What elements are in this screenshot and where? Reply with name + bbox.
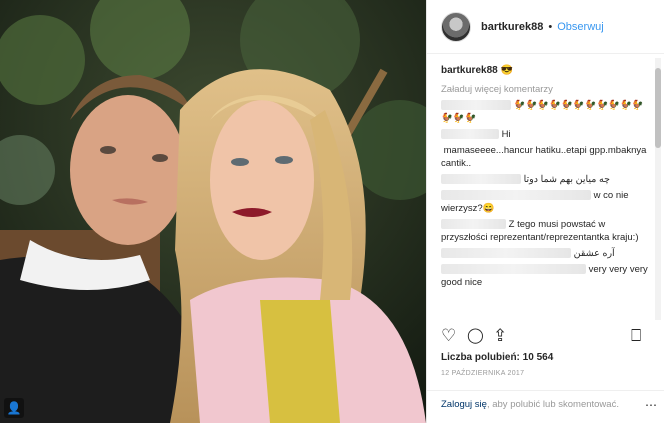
comment-username-blurred[interactable] xyxy=(441,174,521,185)
owner-caption: bartkurek88 😎 xyxy=(441,64,649,77)
login-prompt: Zaloguj się, aby polubić lub skomentować… xyxy=(427,390,664,423)
comment-item: w co nie wierzysz?😄 xyxy=(441,189,649,215)
comment-username-blurred[interactable] xyxy=(441,264,586,275)
comment-username-blurred[interactable] xyxy=(441,100,511,111)
share-icon[interactable]: ⇪ xyxy=(493,326,507,346)
comment-item: 🐓🐓🐓🐓🐓🐓🐓🐓🐓🐓🐓🐓🐓🐓 xyxy=(441,99,649,125)
comment-text: آره عشقن xyxy=(573,248,615,259)
post-header: bartkurek88 • Obserwuj xyxy=(427,0,664,54)
separator-dot: • xyxy=(548,20,553,33)
comment-text: mamaseeee...hancur hatiku..etapi gpp.mba… xyxy=(441,145,647,169)
follow-button[interactable]: Obserwuj xyxy=(557,21,603,33)
post-date: 12 PAŹDZIERNIKA 2017 xyxy=(441,370,525,377)
comment-username-blurred[interactable] xyxy=(441,190,591,201)
comment-text: Hi xyxy=(501,129,511,140)
comment-item: very very very good nice xyxy=(441,263,649,289)
comment-username-blurred[interactable] xyxy=(441,219,506,230)
comment-item: Z tego musi powstać w przyszłości reprez… xyxy=(441,218,649,244)
owner-caption-emoji: 😎 xyxy=(500,65,513,76)
more-options-icon[interactable]: ⋯ xyxy=(645,391,657,419)
comment-text: چه میاین بهم شما دوتا xyxy=(523,174,610,185)
header-username[interactable]: bartkurek88 xyxy=(481,21,543,33)
action-bar: ♡ ◯ ⇪ ⎕ xyxy=(441,326,653,348)
comment-username-blurred[interactable] xyxy=(441,248,571,259)
comment-icon[interactable]: ◯ xyxy=(467,326,484,346)
load-more-comments-link[interactable]: Załaduj więcej komentarzy xyxy=(441,83,649,96)
post-photo: 👤 xyxy=(0,0,426,423)
comment-item: چه میاین بهم شما دوتا xyxy=(441,173,649,186)
scrollbar-thumb[interactable] xyxy=(655,68,661,148)
comment-username-blurred[interactable] xyxy=(441,129,499,140)
likes-count[interactable]: Liczba polubień: 10 564 xyxy=(441,352,553,363)
comment-item: Hi xyxy=(441,128,649,141)
login-link[interactable]: Zaloguj się xyxy=(441,399,487,410)
user-tag-icon[interactable]: 👤 xyxy=(4,398,24,418)
comment-item: آره عشقن xyxy=(441,247,649,260)
owner-username[interactable]: bartkurek88 xyxy=(441,65,498,76)
comments-scrollbar[interactable] xyxy=(655,58,661,320)
comments-list: bartkurek88 😎 Załaduj więcej komentarzy … xyxy=(427,58,649,320)
post-side-panel: bartkurek88 • Obserwuj bartkurek88 😎 Zał… xyxy=(426,0,664,423)
comment-item: mamaseeee...hancur hatiku..etapi gpp.mba… xyxy=(441,144,649,170)
avatar[interactable] xyxy=(441,11,471,42)
heart-icon[interactable]: ♡ xyxy=(441,326,456,346)
bookmark-icon[interactable]: ⎕ xyxy=(631,326,641,346)
login-prompt-text: , aby polubić lub skomentować. xyxy=(486,399,619,410)
